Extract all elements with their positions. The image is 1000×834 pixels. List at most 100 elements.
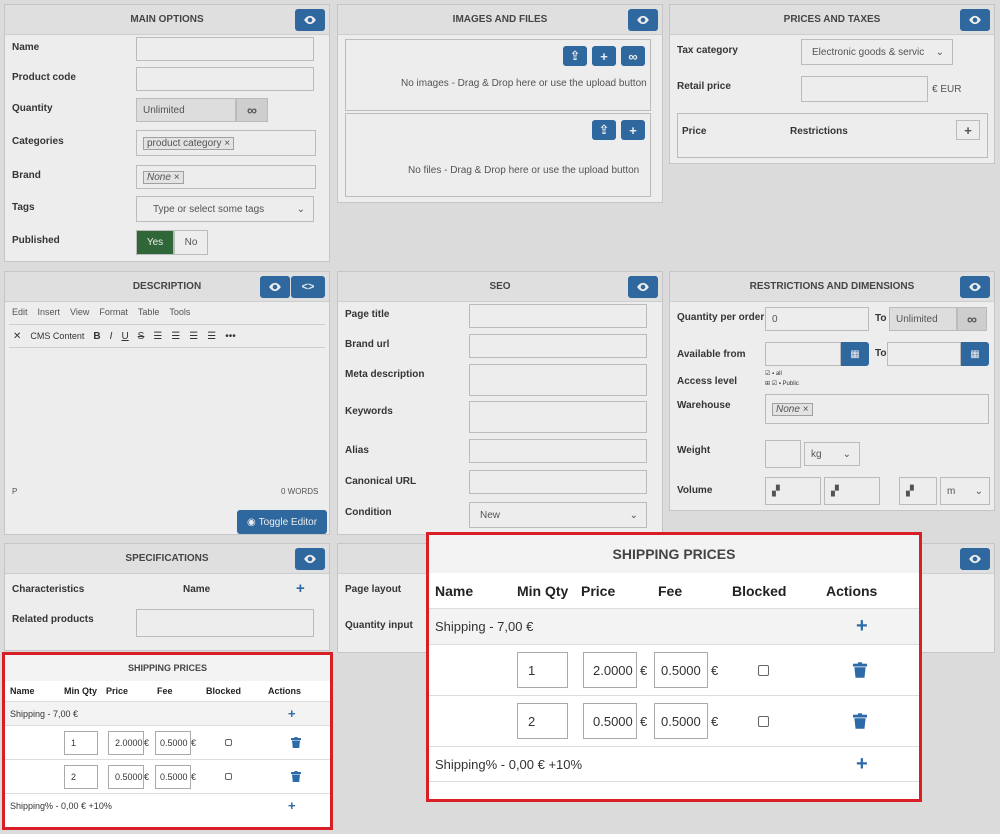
meta-description-input[interactable] [469, 364, 647, 396]
published-no-button[interactable]: No [174, 230, 208, 255]
page-title-input[interactable] [469, 304, 647, 328]
add-file-icon[interactable]: + [621, 120, 645, 140]
bold-icon[interactable]: B [93, 331, 100, 342]
volume-depth-input[interactable]: ▞ [899, 477, 937, 505]
editor-path: P [12, 487, 18, 496]
qty-min-input[interactable]: 0 [765, 307, 869, 331]
keywords-input[interactable] [469, 401, 647, 433]
fee-input[interactable]: 0.5000 [654, 652, 708, 688]
condition-select[interactable]: New ⌄ [469, 502, 647, 528]
add-characteristic-button[interactable]: + [296, 580, 305, 597]
align-right-icon[interactable]: ☰ [189, 331, 198, 342]
weight-unit-select[interactable]: kg ⌄ [804, 442, 860, 466]
restrictions-title: RESTRICTIONS AND DIMENSIONS [670, 272, 994, 302]
eye-icon[interactable] [295, 9, 325, 31]
align-left-icon[interactable]: ☰ [153, 331, 162, 342]
word-count: 0 WORDS [281, 487, 319, 496]
italic-icon[interactable]: I [110, 331, 113, 342]
eye-icon[interactable] [960, 548, 990, 570]
volume-width-input[interactable]: ▞ [765, 477, 821, 505]
blocked-checkbox[interactable] [758, 715, 769, 727]
cms-content-dropdown[interactable]: CMS Content [30, 331, 84, 341]
warehouse-input[interactable]: None × [765, 394, 989, 424]
price-input[interactable]: 0.5000 [108, 764, 144, 789]
product-code-input[interactable] [136, 67, 314, 91]
tax-category-select[interactable]: Electronic goods & servic ⌄ [801, 39, 953, 65]
trash-icon[interactable] [853, 713, 867, 729]
menu-insert[interactable]: Insert [38, 307, 61, 317]
tags-select[interactable]: Type or select some tags ⌄ [136, 196, 314, 222]
header-price: Price [106, 686, 129, 696]
min-qty-input[interactable]: 2 [517, 703, 568, 739]
eye-icon[interactable] [260, 276, 290, 298]
available-to-input[interactable] [887, 342, 961, 366]
categories-input[interactable]: product category × [136, 130, 316, 156]
qty-max-input[interactable]: Unlimited [889, 307, 957, 331]
meta-description-label: Meta description [345, 369, 425, 380]
volume-height-input[interactable]: ▞ [824, 477, 880, 505]
categories-label: Categories [12, 136, 64, 147]
add-price-button[interactable]: + [288, 798, 296, 813]
add-price-button[interactable]: + [856, 615, 868, 638]
published-yes-button[interactable]: Yes [136, 230, 174, 255]
access-all-node[interactable]: ☑ ▪ all [765, 369, 799, 379]
brand-input[interactable]: None × [136, 165, 316, 189]
blocked-checkbox[interactable] [225, 773, 232, 780]
add-image-icon[interactable]: + [592, 46, 616, 66]
calendar-icon[interactable]: ▦ [961, 342, 989, 366]
add-price-button[interactable]: + [956, 120, 980, 140]
quantity-input[interactable]: Unlimited [136, 98, 236, 122]
trash-icon[interactable] [291, 771, 301, 782]
blocked-checkbox[interactable] [758, 664, 769, 676]
link-image-icon[interactable]: ∞ [621, 46, 645, 66]
brand-url-input[interactable] [469, 334, 647, 358]
eye-icon[interactable] [960, 276, 990, 298]
menu-table[interactable]: Table [138, 307, 160, 317]
min-qty-input[interactable]: 2 [64, 764, 98, 789]
fee-input[interactable]: 0.5000 [155, 730, 191, 755]
infinity-button[interactable]: ∞ [957, 307, 987, 331]
access-public-node[interactable]: ⊞ ☑ ▪ Public [765, 379, 799, 389]
add-price-button[interactable]: + [856, 753, 868, 776]
min-qty-input[interactable]: 1 [64, 730, 98, 755]
align-justify-icon[interactable]: ☰ [207, 331, 216, 342]
fee-input[interactable]: 0.5000 [654, 703, 708, 739]
add-price-button[interactable]: + [288, 706, 296, 721]
eye-icon[interactable] [295, 548, 325, 570]
menu-format[interactable]: Format [99, 307, 128, 317]
upload-image-icon[interactable]: ⇪ [563, 46, 587, 66]
name-input[interactable] [136, 37, 314, 61]
eye-icon[interactable] [628, 9, 658, 31]
more-icon[interactable]: ••• [225, 331, 236, 342]
canonical-url-input[interactable] [469, 470, 647, 494]
weight-input[interactable] [765, 440, 801, 468]
price-input[interactable]: 0.5000 [583, 703, 637, 739]
eye-icon[interactable] [628, 276, 658, 298]
trash-icon[interactable] [291, 737, 301, 748]
infinity-button[interactable]: ∞ [236, 98, 268, 122]
calendar-icon[interactable]: ▦ [841, 342, 869, 366]
price-input[interactable]: 2.0000 [108, 730, 144, 755]
upload-file-icon[interactable]: ⇪ [592, 120, 616, 140]
strikethrough-icon[interactable]: S [138, 331, 145, 342]
menu-edit[interactable]: Edit [12, 307, 28, 317]
price-input[interactable]: 2.0000 [583, 652, 637, 688]
volume-unit-select[interactable]: m ⌄ [940, 477, 990, 505]
trash-icon[interactable] [853, 662, 867, 678]
related-products-input[interactable] [136, 609, 314, 637]
blocked-checkbox[interactable] [225, 739, 232, 746]
toggle-editor-button[interactable]: ◉ Toggle Editor [237, 510, 327, 534]
shipping-group-row: Shipping% - 0,00 € +10% + [429, 746, 919, 782]
align-center-icon[interactable]: ☰ [171, 331, 180, 342]
editor-body[interactable] [9, 349, 325, 485]
menu-view[interactable]: View [70, 307, 89, 317]
underline-icon[interactable]: U [121, 331, 128, 342]
alias-input[interactable] [469, 439, 647, 463]
min-qty-input[interactable]: 1 [517, 652, 568, 688]
eye-icon[interactable] [960, 9, 990, 31]
retail-price-input[interactable] [801, 76, 928, 102]
code-view-icon[interactable]: <> [291, 276, 325, 298]
fee-input[interactable]: 0.5000 [155, 764, 191, 789]
available-from-input[interactable] [765, 342, 841, 366]
menu-tools[interactable]: Tools [169, 307, 190, 317]
